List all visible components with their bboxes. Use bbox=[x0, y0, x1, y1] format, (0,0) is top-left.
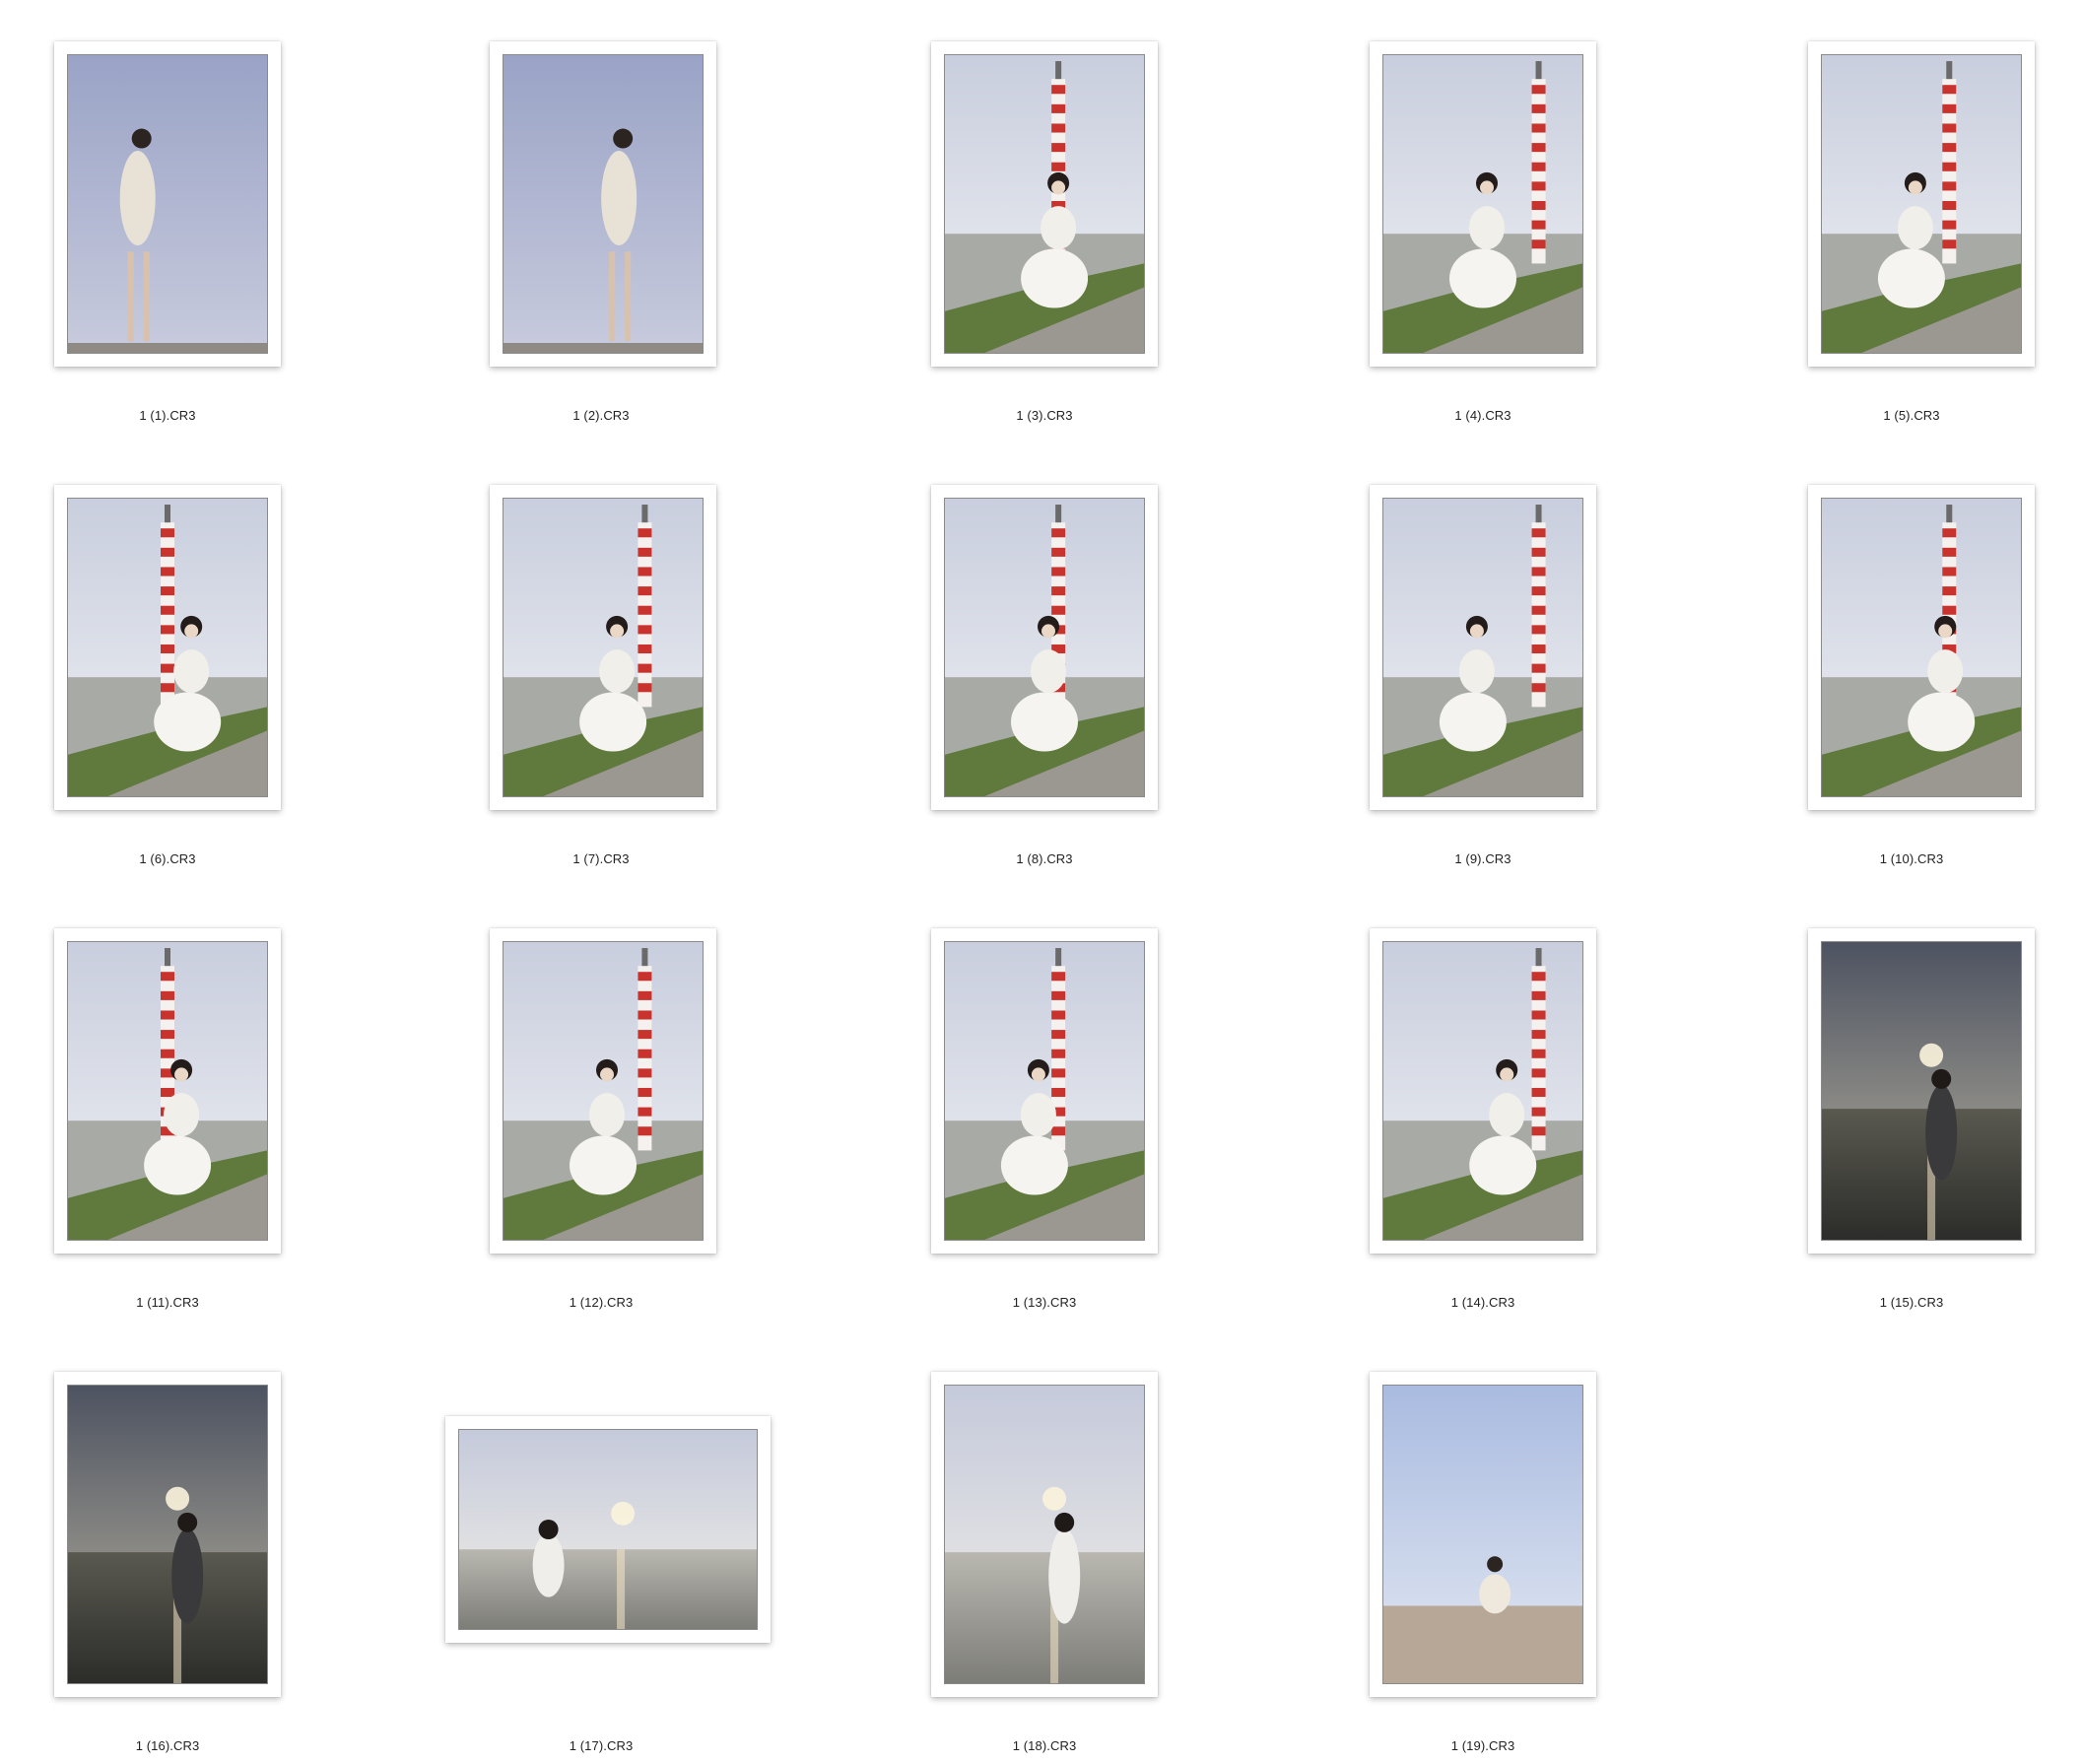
thumbnail[interactable] bbox=[931, 485, 1158, 810]
photo-preview bbox=[944, 1385, 1145, 1684]
file-name-label: 1 (14).CR3 bbox=[1450, 1295, 1515, 1310]
photo-preview bbox=[67, 1385, 268, 1684]
file-name-label: 1 (11).CR3 bbox=[136, 1295, 199, 1310]
thumbnail[interactable] bbox=[54, 485, 281, 810]
file-name-label: 1 (8).CR3 bbox=[1016, 851, 1073, 866]
photo-preview bbox=[67, 498, 268, 797]
thumbnail[interactable] bbox=[931, 928, 1158, 1254]
file-item[interactable]: 1 (9).CR3 bbox=[1315, 443, 1650, 877]
file-item[interactable]: 1 (17).CR3 bbox=[434, 1330, 771, 1764]
file-item[interactable]: 1 (7).CR3 bbox=[434, 443, 769, 877]
photo-preview bbox=[503, 941, 704, 1241]
photo-preview bbox=[503, 54, 704, 354]
thumbnail[interactable] bbox=[1370, 928, 1596, 1254]
thumbnail[interactable] bbox=[490, 928, 716, 1254]
file-name-label: 1 (15).CR3 bbox=[1879, 1295, 1944, 1310]
file-item[interactable]: 1 (12).CR3 bbox=[434, 887, 769, 1321]
thumbnail[interactable] bbox=[54, 41, 281, 367]
file-name-label: 1 (4).CR3 bbox=[1454, 408, 1511, 423]
file-item[interactable]: 1 (5).CR3 bbox=[1754, 0, 2069, 434]
photo-preview bbox=[1382, 498, 1583, 797]
file-item[interactable]: 1 (18).CR3 bbox=[877, 1330, 1212, 1764]
file-name-label: 1 (19).CR3 bbox=[1450, 1738, 1515, 1753]
photo-preview bbox=[1821, 498, 2022, 797]
file-name-label: 1 (13).CR3 bbox=[1012, 1295, 1077, 1310]
file-name-label: 1 (12).CR3 bbox=[569, 1295, 634, 1310]
photo-preview bbox=[1382, 1385, 1583, 1684]
file-item[interactable]: 1 (6).CR3 bbox=[0, 443, 335, 877]
photo-preview bbox=[944, 54, 1145, 354]
file-name-label: 1 (10).CR3 bbox=[1879, 851, 1944, 866]
file-name-label: 1 (2).CR3 bbox=[572, 408, 630, 423]
thumbnail[interactable] bbox=[1370, 1372, 1596, 1697]
thumbnail[interactable] bbox=[445, 1416, 771, 1643]
photo-preview bbox=[944, 498, 1145, 797]
file-item[interactable]: 1 (16).CR3 bbox=[0, 1330, 335, 1764]
file-name-label: 1 (5).CR3 bbox=[1883, 408, 1940, 423]
thumbnail[interactable] bbox=[931, 1372, 1158, 1697]
file-name-label: 1 (18).CR3 bbox=[1012, 1738, 1077, 1753]
file-item[interactable]: 1 (11).CR3 bbox=[0, 887, 335, 1321]
thumbnail[interactable] bbox=[54, 928, 281, 1254]
file-name-label: 1 (7).CR3 bbox=[572, 851, 630, 866]
file-name-label: 1 (9).CR3 bbox=[1454, 851, 1511, 866]
file-item[interactable]: 1 (14).CR3 bbox=[1315, 887, 1650, 1321]
file-item[interactable]: 1 (13).CR3 bbox=[877, 887, 1212, 1321]
thumbnail[interactable] bbox=[1808, 928, 2035, 1254]
file-item[interactable]: 1 (2).CR3 bbox=[434, 0, 769, 434]
thumbnail[interactable] bbox=[490, 485, 716, 810]
thumbnail[interactable] bbox=[1808, 485, 2035, 810]
file-name-label: 1 (1).CR3 bbox=[139, 408, 196, 423]
photo-preview bbox=[67, 941, 268, 1241]
photo-preview bbox=[1821, 941, 2022, 1241]
file-item[interactable]: 1 (19).CR3 bbox=[1315, 1330, 1650, 1764]
file-item[interactable]: 1 (4).CR3 bbox=[1315, 0, 1650, 434]
photo-preview bbox=[944, 941, 1145, 1241]
photo-preview bbox=[458, 1429, 758, 1630]
photo-preview bbox=[503, 498, 704, 797]
thumbnail[interactable] bbox=[490, 41, 716, 367]
file-name-label: 1 (17).CR3 bbox=[569, 1738, 634, 1753]
file-item[interactable]: 1 (10).CR3 bbox=[1754, 443, 2069, 877]
thumbnail[interactable] bbox=[1370, 485, 1596, 810]
file-name-label: 1 (3).CR3 bbox=[1016, 408, 1073, 423]
photo-preview bbox=[67, 54, 268, 354]
thumbnail[interactable] bbox=[1808, 41, 2035, 367]
thumbnail[interactable] bbox=[1370, 41, 1596, 367]
thumbnail[interactable] bbox=[931, 41, 1158, 367]
file-name-label: 1 (16).CR3 bbox=[135, 1738, 200, 1753]
thumbnail[interactable] bbox=[54, 1372, 281, 1697]
photo-preview bbox=[1382, 54, 1583, 354]
photo-preview bbox=[1821, 54, 2022, 354]
file-item[interactable]: 1 (1).CR3 bbox=[0, 0, 335, 434]
photo-preview bbox=[1382, 941, 1583, 1241]
file-item[interactable]: 1 (3).CR3 bbox=[877, 0, 1212, 434]
file-item[interactable]: 1 (15).CR3 bbox=[1754, 887, 2069, 1321]
file-name-label: 1 (6).CR3 bbox=[139, 851, 196, 866]
thumbnail-grid: 1 (1).CR3 1 (2).CR3 1 (3).CR3 1 (4).CR3 … bbox=[0, 0, 2082, 1761]
file-item[interactable]: 1 (8).CR3 bbox=[877, 443, 1212, 877]
